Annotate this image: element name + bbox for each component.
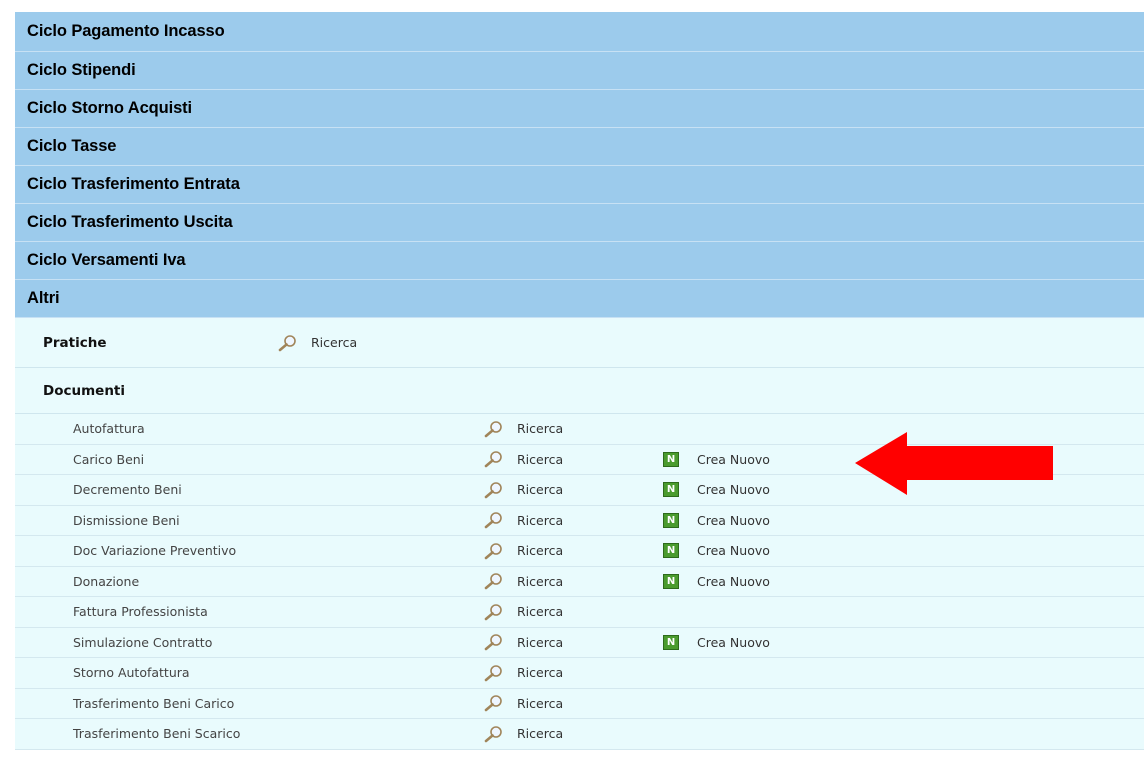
magnifier-icon — [483, 603, 505, 621]
magnifier-icon — [483, 694, 505, 712]
create-new-label: Crea Nuovo — [697, 512, 770, 528]
search-label: Ricerca — [517, 695, 564, 711]
search-label: Ricerca — [517, 604, 564, 620]
search-label: Ricerca — [517, 634, 564, 650]
document-name: Trasferimento Beni Carico — [73, 695, 235, 711]
category-ciclo-trasferimento-uscita[interactable]: Ciclo Trasferimento Uscita — [15, 204, 1144, 242]
list-item: Dismissione Beni Ricerca N Crea Nuovo — [15, 506, 1144, 536]
document-name: Fattura Professionista — [73, 604, 208, 620]
search-link[interactable]: Ricerca — [483, 725, 663, 743]
category-ciclo-pagamento-incasso[interactable]: Ciclo Pagamento Incasso — [15, 12, 1144, 52]
create-new-link[interactable]: N Crea Nuovo — [663, 634, 770, 650]
document-name: Simulazione Contratto — [73, 634, 213, 650]
search-link[interactable]: Ricerca — [483, 481, 663, 499]
search-label: Ricerca — [517, 573, 564, 589]
new-document-icon: N — [663, 634, 679, 650]
magnifier-icon — [483, 572, 505, 590]
category-ciclo-tasse[interactable]: Ciclo Tasse — [15, 128, 1144, 166]
section-title-documenti: Documenti — [43, 382, 126, 399]
search-label: Ricerca — [517, 451, 564, 467]
search-label: Ricerca — [517, 482, 564, 498]
list-item: Doc Variazione Preventivo Ricerca N Crea Nu… — [15, 536, 1144, 567]
search-link[interactable]: Ricerca — [483, 664, 663, 682]
new-document-icon: N — [663, 543, 679, 559]
category-altri[interactable]: Altri — [15, 280, 1144, 318]
altri-content: Pratiche Ricerca Documenti Autofattura Ri… — [15, 318, 1144, 750]
new-document-icon: N — [663, 573, 679, 589]
document-name: Storno Autofattura — [73, 665, 190, 681]
search-link[interactable]: Ricerca — [483, 511, 663, 529]
create-new-link[interactable]: N Crea Nuovo — [663, 573, 770, 589]
create-new-label: Crea Nuovo — [697, 451, 770, 467]
search-label: Ricerca — [517, 665, 564, 681]
document-name: Decremento Beni — [73, 482, 182, 498]
create-new-link[interactable]: N Crea Nuovo — [663, 543, 770, 559]
document-name: Donazione — [73, 573, 140, 589]
magnifier-icon — [483, 511, 505, 529]
section-pratiche: Pratiche Ricerca — [15, 318, 1144, 368]
category-ciclo-storno-acquisti[interactable]: Ciclo Storno Acquisti — [15, 90, 1144, 128]
search-link[interactable]: Ricerca — [483, 603, 663, 621]
search-link[interactable]: Ricerca — [483, 450, 663, 468]
list-item: Fattura Professionista Ricerca — [15, 597, 1144, 628]
new-document-icon: N — [663, 512, 679, 528]
search-label: Ricerca — [517, 726, 564, 742]
magnifier-icon — [483, 450, 505, 468]
search-label: Ricerca — [517, 543, 564, 559]
pratiche-search-link[interactable]: Ricerca — [277, 334, 357, 352]
create-new-label: Crea Nuovo — [697, 634, 770, 650]
create-new-label: Crea Nuovo — [697, 573, 770, 589]
section-documenti: Documenti — [15, 368, 1144, 414]
magnifier-icon — [483, 420, 505, 438]
create-new-label: Crea Nuovo — [697, 482, 770, 498]
search-link[interactable]: Ricerca — [483, 420, 663, 438]
new-document-icon: N — [663, 482, 679, 498]
magnifier-icon — [483, 633, 505, 651]
red-arrow-annotation — [855, 432, 1053, 495]
search-link[interactable]: Ricerca — [483, 694, 663, 712]
magnifier-icon — [483, 664, 505, 682]
category-ciclo-versamenti-iva[interactable]: Ciclo Versamenti Iva — [15, 242, 1144, 280]
new-document-icon: N — [663, 451, 679, 467]
list-item: Trasferimento Beni Scarico Ricerca — [15, 719, 1144, 750]
menu-panel: Ciclo Pagamento Incasso Ciclo Stipendi C… — [15, 12, 1144, 750]
create-new-link[interactable]: N Crea Nuovo — [663, 451, 770, 467]
list-item: Trasferimento Beni Carico Ricerca — [15, 689, 1144, 719]
magnifier-icon — [483, 542, 505, 560]
document-name: Doc Variazione Preventivo — [73, 543, 237, 559]
search-label: Ricerca — [517, 512, 564, 528]
pratiche-search-label: Ricerca — [311, 335, 358, 350]
document-name: Dismissione Beni — [73, 512, 180, 528]
category-ciclo-trasferimento-entrata[interactable]: Ciclo Trasferimento Entrata — [15, 166, 1144, 204]
magnifier-icon — [483, 481, 505, 499]
document-name: Trasferimento Beni Scarico — [73, 726, 241, 742]
document-name: Autofattura — [73, 421, 145, 437]
search-link[interactable]: Ricerca — [483, 572, 663, 590]
search-label: Ricerca — [517, 421, 564, 437]
category-ciclo-stipendi[interactable]: Ciclo Stipendi — [15, 52, 1144, 90]
create-new-link[interactable]: N Crea Nuovo — [663, 512, 770, 528]
magnifier-icon — [277, 334, 299, 352]
magnifier-icon — [483, 725, 505, 743]
create-new-label: Crea Nuovo — [697, 543, 770, 559]
search-link[interactable]: Ricerca — [483, 633, 663, 651]
document-name: Carico Beni — [73, 451, 145, 467]
section-title-pratiche: Pratiche — [43, 334, 107, 351]
list-item: Simulazione Contratto Ricerca N Crea Nuovo — [15, 628, 1144, 658]
list-item: Donazione Ricerca N Crea Nuovo — [15, 567, 1144, 597]
list-item: Storno Autofattura Ricerca — [15, 658, 1144, 689]
search-link[interactable]: Ricerca — [483, 542, 663, 560]
create-new-link[interactable]: N Crea Nuovo — [663, 482, 770, 498]
